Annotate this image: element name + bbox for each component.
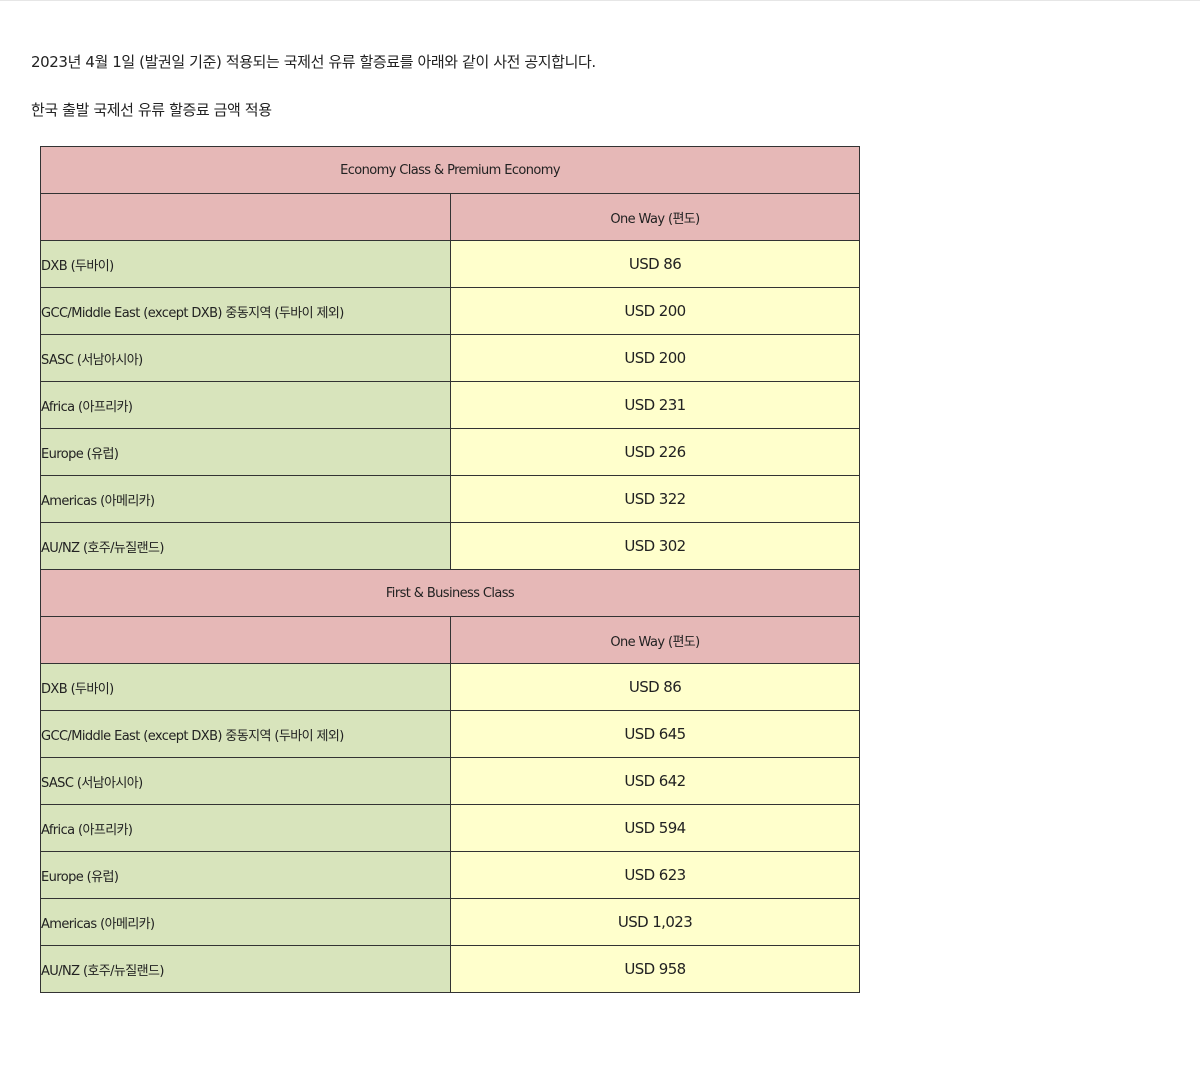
table-row: Europe (유럽) USD 623 <box>40 851 860 899</box>
section-title-first-business: First & Business Class <box>40 569 860 617</box>
table-row: Africa (아프리카) USD 231 <box>40 381 860 429</box>
column-header-one-way: One Way (편도) <box>450 193 860 241</box>
column-header-blank <box>40 193 451 241</box>
column-header-one-way: One Way (편도) <box>450 616 860 664</box>
price-cell: USD 86 <box>450 240 860 288</box>
price-cell: USD 86 <box>450 663 860 711</box>
price-cell: USD 200 <box>450 334 860 382</box>
price-cell: USD 322 <box>450 475 860 523</box>
region-cell: DXB (두바이) <box>40 663 451 711</box>
price-cell: USD 642 <box>450 757 860 805</box>
region-cell: GCC/Middle East (except DXB) 중동지역 (두바이 제… <box>40 710 451 758</box>
price-cell: USD 594 <box>450 804 860 852</box>
top-divider <box>0 0 1200 1</box>
price-cell: USD 231 <box>450 381 860 429</box>
table-row: SASC (서남아시아) USD 200 <box>40 334 860 382</box>
table-row: DXB (두바이) USD 86 <box>40 663 860 711</box>
price-cell: USD 623 <box>450 851 860 899</box>
region-cell: Africa (아프리카) <box>40 381 451 429</box>
region-cell: Americas (아메리카) <box>40 475 451 523</box>
table-row: Africa (아프리카) USD 594 <box>40 804 860 852</box>
subheading: 한국 출발 국제선 유류 할증료 금액 적용 <box>31 101 272 119</box>
section-title-economy: Economy Class & Premium Economy <box>40 146 860 194</box>
region-cell: SASC (서남아시아) <box>40 757 451 805</box>
region-cell: Africa (아프리카) <box>40 804 451 852</box>
section-title-row: Economy Class & Premium Economy <box>40 146 860 194</box>
price-cell: USD 200 <box>450 287 860 335</box>
region-cell: GCC/Middle East (except DXB) 중동지역 (두바이 제… <box>40 287 451 335</box>
fuel-surcharge-table: Economy Class & Premium Economy One Way … <box>40 146 860 993</box>
table-row: AU/NZ (호주/뉴질랜드) USD 302 <box>40 522 860 570</box>
region-cell: SASC (서남아시아) <box>40 334 451 382</box>
column-header-row: One Way (편도) <box>40 193 860 241</box>
price-cell: USD 1,023 <box>450 898 860 946</box>
region-cell: DXB (두바이) <box>40 240 451 288</box>
notice-text: 2023년 4월 1일 (발권일 기준) 적용되는 국제선 유류 할증료를 아래… <box>31 53 596 71</box>
table-row: GCC/Middle East (except DXB) 중동지역 (두바이 제… <box>40 287 860 335</box>
price-cell: USD 302 <box>450 522 860 570</box>
table-row: Americas (아메리카) USD 1,023 <box>40 898 860 946</box>
region-cell: Europe (유럽) <box>40 428 451 476</box>
column-header-blank <box>40 616 451 664</box>
section-title-row: First & Business Class <box>40 569 860 617</box>
column-header-row: One Way (편도) <box>40 616 860 664</box>
table-row: AU/NZ (호주/뉴질랜드) USD 958 <box>40 945 860 993</box>
region-cell: AU/NZ (호주/뉴질랜드) <box>40 522 451 570</box>
price-cell: USD 226 <box>450 428 860 476</box>
region-cell: Americas (아메리카) <box>40 898 451 946</box>
table-row: DXB (두바이) USD 86 <box>40 240 860 288</box>
table-row: SASC (서남아시아) USD 642 <box>40 757 860 805</box>
region-cell: AU/NZ (호주/뉴질랜드) <box>40 945 451 993</box>
table-row: Americas (아메리카) USD 322 <box>40 475 860 523</box>
region-cell: Europe (유럽) <box>40 851 451 899</box>
price-cell: USD 645 <box>450 710 860 758</box>
table-row: Europe (유럽) USD 226 <box>40 428 860 476</box>
table-row: GCC/Middle East (except DXB) 중동지역 (두바이 제… <box>40 710 860 758</box>
price-cell: USD 958 <box>450 945 860 993</box>
